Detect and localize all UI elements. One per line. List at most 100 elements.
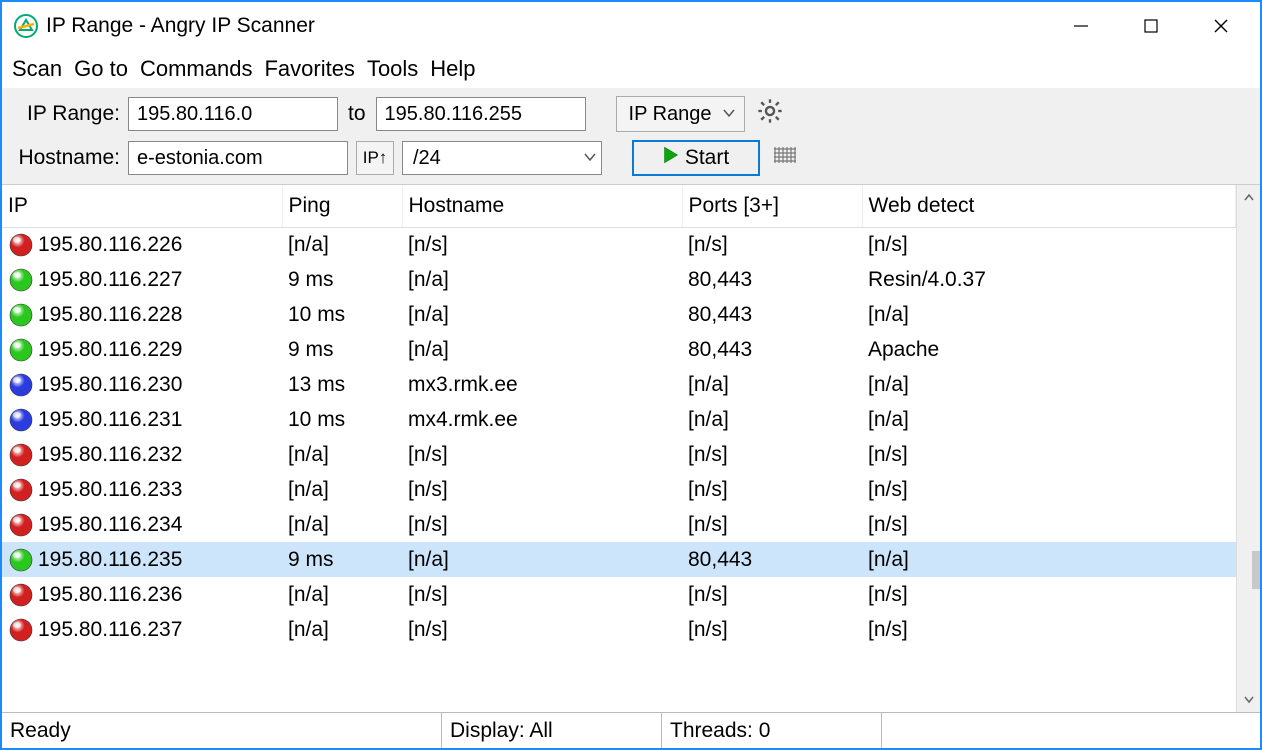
ip-to-input[interactable] bbox=[376, 97, 586, 131]
cell-ping: [n/a] bbox=[282, 577, 402, 612]
hostname-input[interactable] bbox=[128, 141, 348, 175]
col-header-webdetect[interactable]: Web detect bbox=[862, 185, 1236, 227]
cell-ports: 80,443 bbox=[682, 297, 862, 332]
close-button[interactable] bbox=[1186, 2, 1256, 50]
table-row[interactable]: 195.80.116.234[n/a][n/s][n/s][n/s] bbox=[2, 507, 1236, 542]
col-header-ip[interactable]: IP bbox=[2, 185, 282, 227]
status-threads: Threads: 0 bbox=[662, 713, 882, 748]
cell-webdetect: [n/a] bbox=[862, 542, 1236, 577]
ip-up-button[interactable]: IP↑ bbox=[356, 141, 394, 175]
status-dot-icon bbox=[8, 442, 34, 468]
cell-hostname: mx4.rmk.ee bbox=[402, 402, 682, 437]
menu-commands[interactable]: Commands bbox=[140, 56, 252, 82]
table-row[interactable]: 195.80.116.22810 ms[n/a]80,443[n/a] bbox=[2, 297, 1236, 332]
table-row[interactable]: 195.80.116.2299 ms[n/a]80,443Apache bbox=[2, 332, 1236, 367]
status-ready: Ready bbox=[2, 713, 442, 748]
table-row[interactable]: 195.80.116.237[n/a][n/s][n/s][n/s] bbox=[2, 612, 1236, 647]
cell-ping: [n/a] bbox=[282, 472, 402, 507]
cell-ports: [n/a] bbox=[682, 402, 862, 437]
cell-webdetect: Resin/4.0.37 bbox=[862, 262, 1236, 297]
netmask-dropdown[interactable]: /24 bbox=[402, 141, 602, 175]
cell-webdetect: [n/a] bbox=[862, 367, 1236, 402]
status-dot-icon bbox=[8, 512, 34, 538]
toolbar-row-1: IP Range: to IP Range bbox=[12, 96, 1250, 132]
status-dot-icon bbox=[8, 267, 34, 293]
cell-webdetect: [n/s] bbox=[862, 437, 1236, 472]
cell-ip: 195.80.116.230 bbox=[2, 367, 282, 402]
menu-tools[interactable]: Tools bbox=[367, 56, 418, 82]
menu-scan[interactable]: Scan bbox=[12, 56, 62, 82]
cell-ports: [n/s] bbox=[682, 227, 862, 262]
table-row[interactable]: 195.80.116.236[n/a][n/s][n/s][n/s] bbox=[2, 577, 1236, 612]
netmask-value: /24 bbox=[413, 147, 441, 170]
status-dot-icon bbox=[8, 477, 34, 503]
cell-hostname: [n/s] bbox=[402, 577, 682, 612]
cell-webdetect: Apache bbox=[862, 332, 1236, 367]
maximize-button[interactable] bbox=[1116, 2, 1186, 50]
ip-text: 195.80.116.235 bbox=[38, 548, 182, 572]
cell-ip: 195.80.116.231 bbox=[2, 402, 282, 437]
chevron-down-icon bbox=[573, 147, 597, 170]
table-row[interactable]: 195.80.116.23110 msmx4.rmk.ee[n/a][n/a] bbox=[2, 402, 1236, 437]
cell-hostname: [n/a] bbox=[402, 297, 682, 332]
preferences-button[interactable] bbox=[753, 97, 787, 131]
menu-help[interactable]: Help bbox=[430, 56, 475, 82]
cell-ping: 13 ms bbox=[282, 367, 402, 402]
start-button[interactable]: Start bbox=[632, 140, 760, 176]
table-row[interactable]: 195.80.116.2359 ms[n/a]80,443[n/a] bbox=[2, 542, 1236, 577]
cell-ip: 195.80.116.226 bbox=[2, 227, 282, 262]
menu-goto[interactable]: Go to bbox=[74, 56, 128, 82]
cell-ping: [n/a] bbox=[282, 507, 402, 542]
statusbar: Ready Display: All Threads: 0 bbox=[2, 712, 1260, 748]
vertical-scrollbar[interactable] bbox=[1236, 185, 1260, 712]
cell-webdetect: [n/s] bbox=[862, 472, 1236, 507]
cell-webdetect: [n/s] bbox=[862, 612, 1236, 647]
ip-from-input[interactable] bbox=[128, 97, 338, 131]
title-section: IP Range - Angry IP Scanner bbox=[14, 14, 1046, 38]
scroll-down-arrow-icon[interactable] bbox=[1237, 686, 1260, 712]
col-header-ports[interactable]: Ports [3+] bbox=[682, 185, 862, 227]
ip-text: 195.80.116.230 bbox=[38, 373, 182, 397]
cell-ping: 10 ms bbox=[282, 402, 402, 437]
feeder-dropdown[interactable]: IP Range bbox=[616, 96, 745, 132]
table-row[interactable]: 195.80.116.232[n/a][n/s][n/s][n/s] bbox=[2, 437, 1236, 472]
cell-hostname: [n/s] bbox=[402, 437, 682, 472]
cell-hostname: [n/s] bbox=[402, 472, 682, 507]
col-header-hostname[interactable]: Hostname bbox=[402, 185, 682, 227]
play-icon bbox=[663, 146, 679, 170]
minimize-button[interactable] bbox=[1046, 2, 1116, 50]
ip-text: 195.80.116.233 bbox=[38, 478, 182, 502]
ip-text: 195.80.116.232 bbox=[38, 443, 182, 467]
cell-ping: 9 ms bbox=[282, 262, 402, 297]
cell-ip: 195.80.116.234 bbox=[2, 507, 282, 542]
cell-webdetect: [n/s] bbox=[862, 507, 1236, 542]
scroll-up-arrow-icon[interactable] bbox=[1237, 185, 1260, 211]
cell-ip: 195.80.116.232 bbox=[2, 437, 282, 472]
cell-ports: 80,443 bbox=[682, 332, 862, 367]
columns-icon bbox=[773, 144, 797, 172]
table-row[interactable]: 195.80.116.226[n/a][n/s][n/s][n/s] bbox=[2, 227, 1236, 262]
cell-ping: [n/a] bbox=[282, 612, 402, 647]
status-dot-icon bbox=[8, 302, 34, 328]
status-dot-icon bbox=[8, 582, 34, 608]
cell-ip: 195.80.116.236 bbox=[2, 577, 282, 612]
menu-favorites[interactable]: Favorites bbox=[264, 56, 354, 82]
cell-webdetect: [n/a] bbox=[862, 297, 1236, 332]
cell-ports: [n/s] bbox=[682, 612, 862, 647]
results-table: IP Ping Hostname Ports [3+] Web detect 1… bbox=[2, 185, 1236, 647]
table-row[interactable]: 195.80.116.2279 ms[n/a]80,443Resin/4.0.3… bbox=[2, 262, 1236, 297]
table-row[interactable]: 195.80.116.233[n/a][n/s][n/s][n/s] bbox=[2, 472, 1236, 507]
ip-up-label: IP↑ bbox=[363, 148, 388, 168]
cell-ports: [n/a] bbox=[682, 367, 862, 402]
cell-ports: [n/s] bbox=[682, 507, 862, 542]
iprange-label: IP Range: bbox=[12, 102, 120, 126]
titlebar: IP Range - Angry IP Scanner bbox=[2, 2, 1260, 50]
table-row[interactable]: 195.80.116.23013 msmx3.rmk.ee[n/a][n/a] bbox=[2, 367, 1236, 402]
scrollbar-thumb[interactable] bbox=[1252, 551, 1261, 589]
cell-ip: 195.80.116.227 bbox=[2, 262, 282, 297]
cell-ip: 195.80.116.228 bbox=[2, 297, 282, 332]
cell-ping: [n/a] bbox=[282, 437, 402, 472]
fetchers-button[interactable] bbox=[768, 141, 802, 175]
col-header-ping[interactable]: Ping bbox=[282, 185, 402, 227]
cell-webdetect: [n/s] bbox=[862, 577, 1236, 612]
